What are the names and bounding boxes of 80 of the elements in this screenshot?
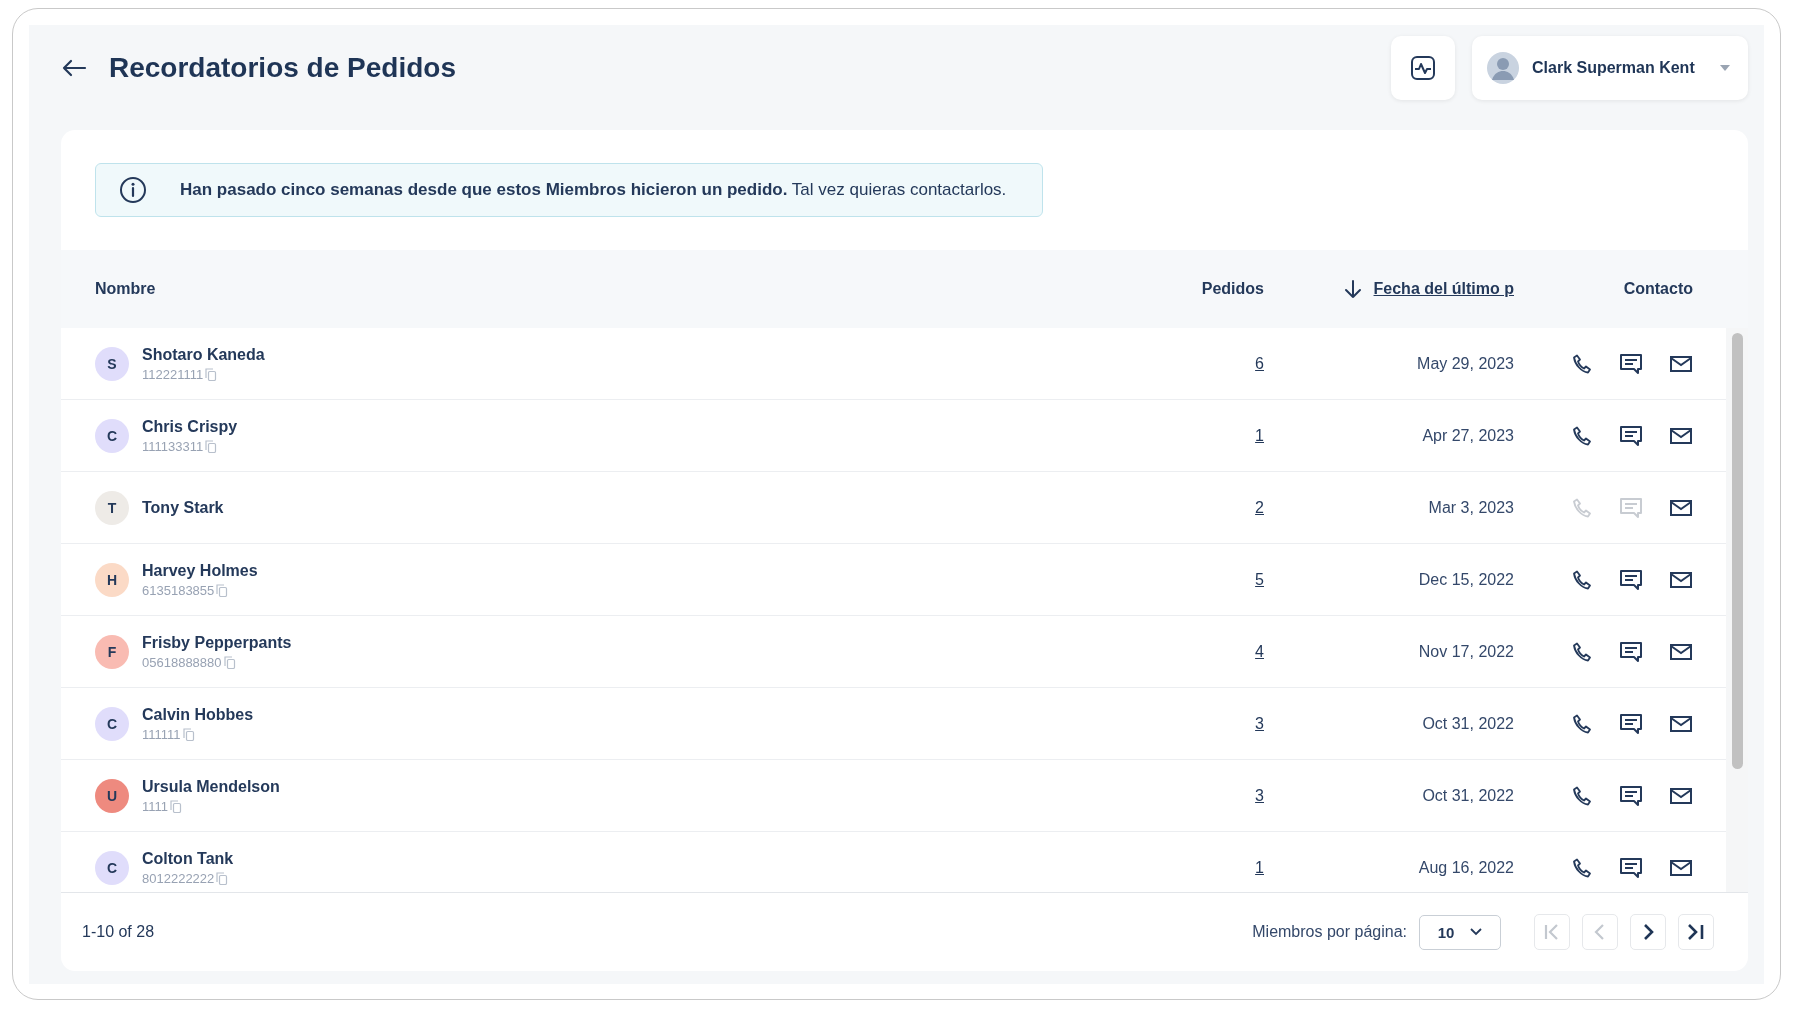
message-icon[interactable] [1619, 784, 1643, 807]
member-name: Colton Tank [142, 849, 234, 868]
phone-number: 112221111 [142, 366, 204, 382]
column-header[interactable]: Nombre [95, 280, 156, 298]
orders-link[interactable]: 4 [1255, 642, 1264, 660]
mail-icon[interactable] [1669, 641, 1693, 662]
initial-avatar: C [95, 850, 129, 885]
phone-number: 6135183855 [142, 582, 215, 598]
message-icon[interactable] [1619, 568, 1643, 591]
phone-icon[interactable] [1571, 568, 1593, 591]
last-order-date: Dec 15, 2022 [1417, 570, 1514, 589]
user-menu[interactable]: Clark Superman Kent [1472, 36, 1748, 100]
phone-number: 05618888880 [142, 654, 222, 670]
mail-icon[interactable] [1669, 857, 1693, 878]
activity-button[interactable] [1391, 36, 1455, 100]
mail-icon[interactable] [1669, 713, 1693, 734]
initial-avatar: F [95, 634, 129, 669]
orders-link[interactable]: 2 [1255, 498, 1264, 516]
member-name: Tony Stark [142, 498, 224, 517]
initial-avatar: H [95, 562, 129, 597]
orders-link[interactable]: 6 [1255, 354, 1264, 372]
back-arrow-icon[interactable] [61, 58, 87, 78]
caret-icon [1720, 65, 1730, 71]
orders-link[interactable]: 3 [1255, 786, 1264, 804]
per-page-label: Miembros por página: [1252, 923, 1407, 941]
mail-icon[interactable] [1669, 425, 1693, 446]
phone-number: 8012222222 [142, 870, 215, 886]
message-icon[interactable] [1619, 856, 1643, 879]
initial-avatar: C [95, 706, 129, 741]
column-header[interactable]: Pedidos [1201, 280, 1264, 298]
activity-icon [1410, 55, 1436, 81]
last-page-button[interactable] [1678, 914, 1714, 950]
message-icon[interactable] [1619, 640, 1643, 663]
orders-link[interactable]: 3 [1255, 714, 1264, 732]
last-order-date: Mar 3, 2023 [1427, 498, 1514, 517]
column-header[interactable]: Fecha del último p [1373, 280, 1514, 298]
member-name: Calvin Hobbes [142, 705, 254, 724]
last-order-date: Apr 27, 2023 [1421, 426, 1514, 445]
user-avatar [1486, 51, 1520, 85]
member-name: Ursula Mendelson [142, 777, 280, 796]
last-order-date: Oct 31, 2022 [1421, 786, 1514, 805]
message-icon[interactable] [1619, 424, 1643, 447]
phone-number: 111133311 [142, 438, 204, 454]
per-page-select[interactable]: 10 [1419, 914, 1501, 950]
phone-icon[interactable] [1571, 856, 1593, 879]
mail-icon[interactable] [1669, 497, 1693, 518]
initial-avatar: C [95, 418, 129, 453]
info-icon [119, 176, 147, 204]
info-message: Han pasado cinco semanas desde que estos Miembros hicieron un pedido. Tal vez quieras contactarlos. [180, 180, 1007, 200]
phone-icon[interactable] [1571, 640, 1593, 663]
initial-avatar: S [95, 346, 129, 381]
next-page-button[interactable] [1630, 914, 1666, 950]
mail-icon[interactable] [1669, 569, 1693, 590]
initial-avatar: T [95, 490, 129, 525]
phone-icon[interactable] [1571, 352, 1593, 375]
orders-link[interactable]: 5 [1255, 570, 1264, 588]
column-header[interactable]: Contacto [1623, 280, 1693, 298]
orders-link[interactable]: 1 [1255, 858, 1264, 876]
last-order-date: Aug 16, 2022 [1417, 858, 1514, 877]
last-order-date: Nov 17, 2022 [1417, 642, 1514, 661]
orders-link[interactable]: 1 [1255, 426, 1264, 444]
mail-icon[interactable] [1669, 785, 1693, 806]
member-name: Chris Crispy [142, 417, 238, 436]
page-title: Recordatorios de Pedidos [109, 52, 456, 84]
page-range: 1-10 of 28 [82, 923, 155, 941]
last-order-date: May 29, 2023 [1416, 354, 1514, 373]
message-icon[interactable] [1619, 352, 1643, 375]
phone-icon[interactable] [1571, 712, 1593, 735]
member-name: Harvey Holmes [142, 561, 258, 580]
initial-avatar: U [95, 778, 129, 813]
phone-number: 111111 [142, 726, 181, 742]
member-name: Frisby Pepperpants [142, 633, 292, 652]
chevron-down-icon [1470, 928, 1483, 936]
phone-icon[interactable] [1571, 784, 1593, 807]
message-icon[interactable] [1619, 712, 1643, 735]
mail-icon[interactable] [1669, 353, 1693, 374]
member-name: Shotaro Kaneda [142, 345, 265, 364]
phone-number: 1111 [142, 798, 169, 814]
last-order-date: Oct 31, 2022 [1421, 714, 1514, 733]
phone-icon[interactable] [1571, 424, 1593, 447]
